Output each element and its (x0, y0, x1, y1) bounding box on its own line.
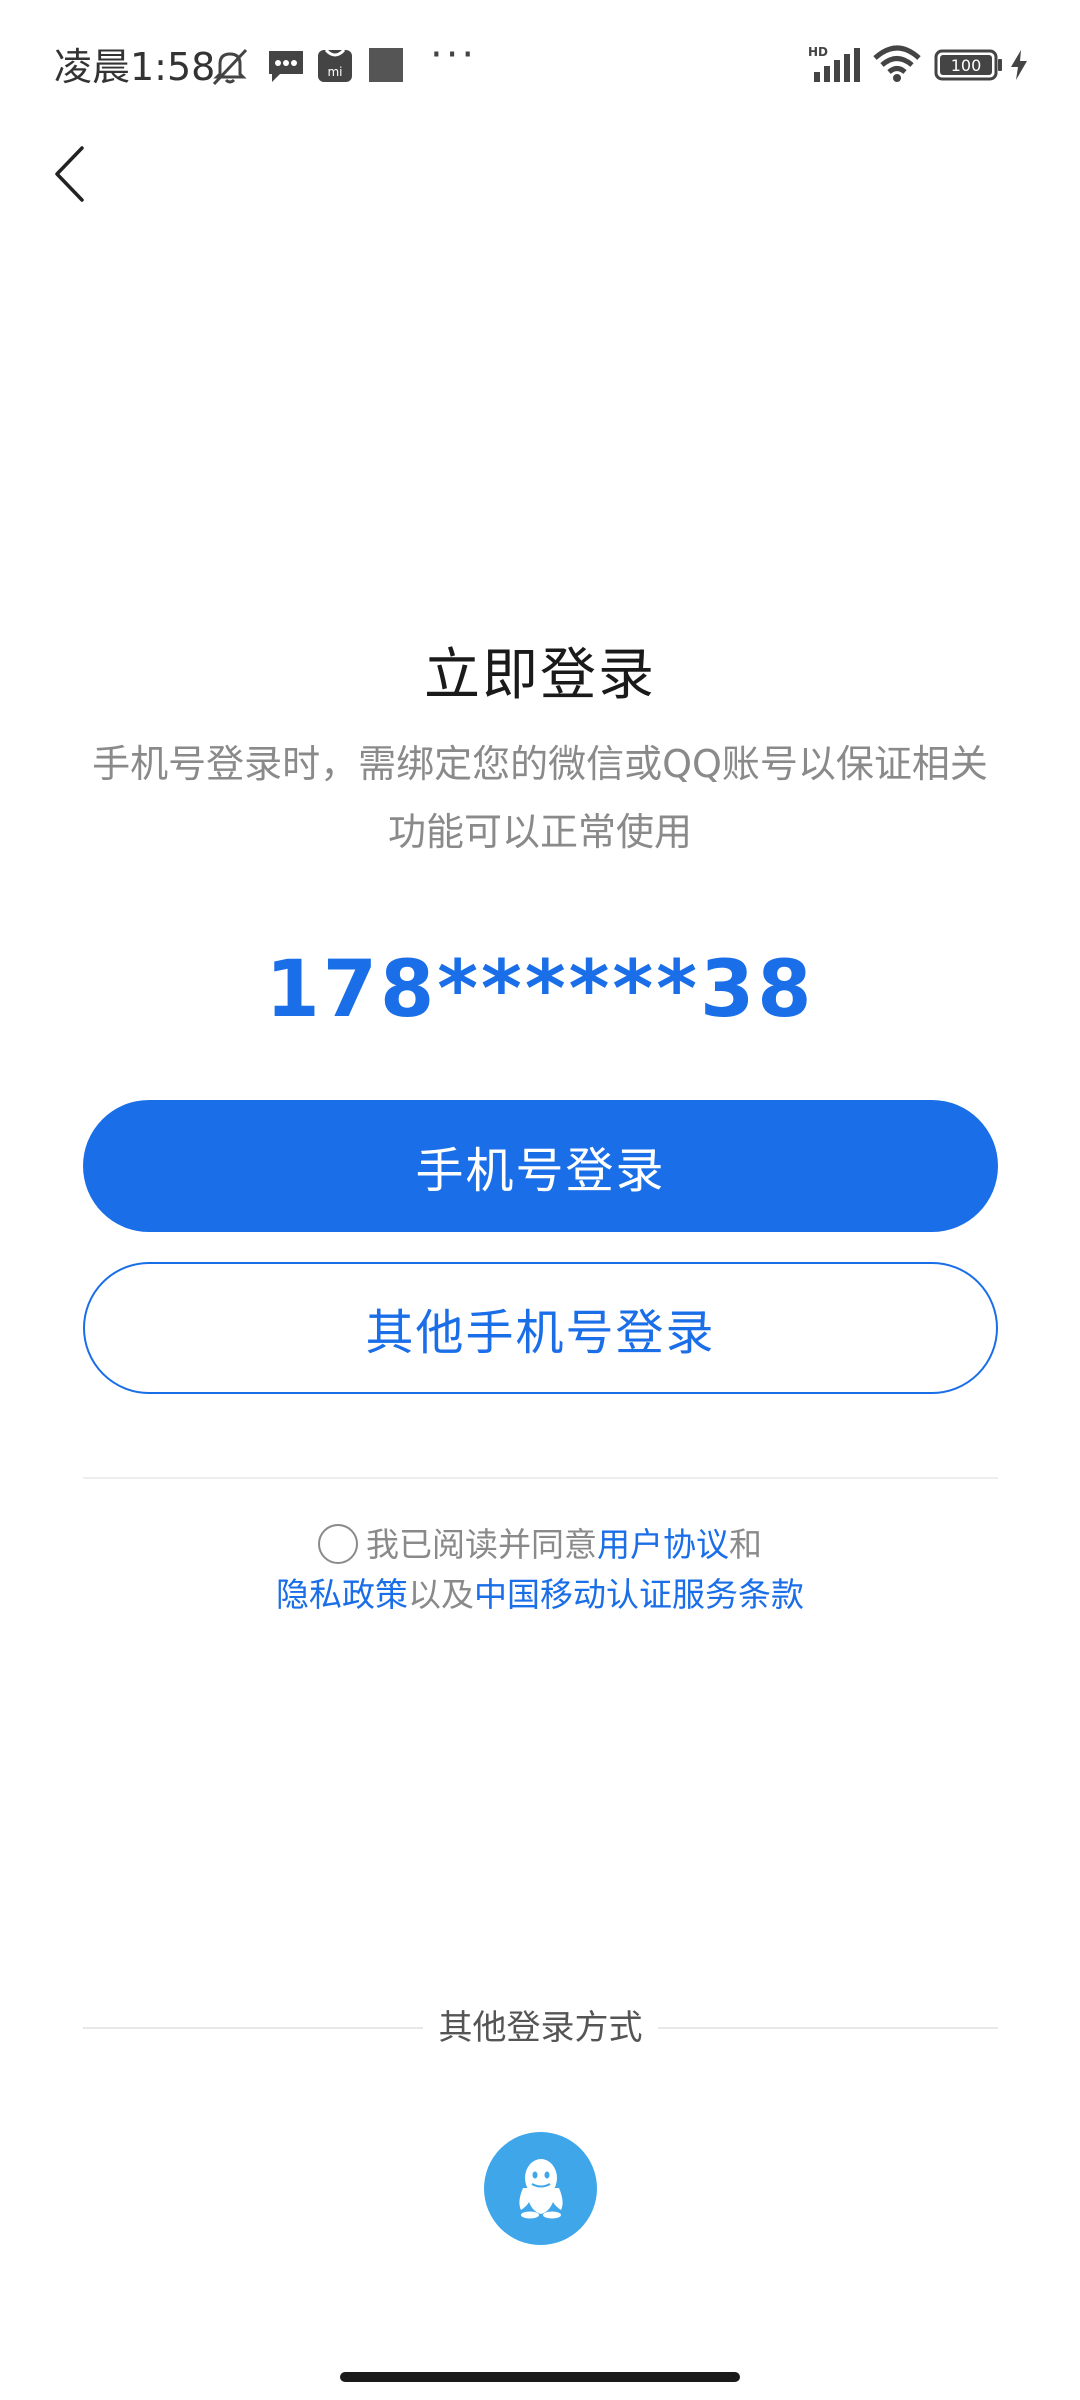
status-time: 凌晨1:58 (54, 45, 216, 89)
svg-text:mi: mi (327, 65, 342, 79)
privacy-policy-link[interactable]: 隐私政策 (276, 1575, 408, 1614)
chevron-left-icon (40, 146, 110, 214)
agreement-text: 我已阅读并同意用户协议和 隐私政策以及中国移动认证服务条款 (0, 1520, 1080, 1620)
hd-signal-icon: HD (808, 44, 862, 88)
user-agreement-link[interactable]: 用户协议 (597, 1525, 729, 1564)
login-screen: 凌晨1:58 mi ··· HD 100 立即登录 手机号登录时，需绑定您的微信… (0, 0, 1080, 2400)
back-button[interactable] (40, 130, 110, 210)
agreement-and-also: 以及 (408, 1575, 474, 1614)
login-subtitle: 手机号登录时，需绑定您的微信或QQ账号以保证相关功能可以正常使用 (92, 742, 988, 854)
mi-app-icon: mi (316, 46, 354, 88)
page-title: 立即登录 (424, 643, 656, 708)
qq-icon (511, 2154, 571, 2224)
charging-icon (1008, 48, 1030, 86)
divider-right (658, 2027, 998, 2029)
home-indicator[interactable] (340, 2372, 740, 2382)
svg-text:HD: HD (808, 45, 828, 59)
message-icon (266, 48, 306, 90)
wifi-icon (872, 44, 922, 88)
status-bar: 凌晨1:58 mi ··· HD 100 (0, 0, 1080, 130)
divider (83, 1477, 998, 1479)
battery-level: 100 (951, 56, 982, 75)
battery-icon: 100 (934, 48, 1004, 86)
other-login-section: 其他登录方式 (83, 2000, 998, 2060)
agreement-checkbox[interactable] (318, 1523, 358, 1564)
cmcc-terms-link[interactable]: 中国移动认证服务条款 (474, 1575, 804, 1614)
more-icon: ··· (430, 32, 478, 78)
agreement-and: 和 (729, 1525, 762, 1564)
square-app-icon (367, 46, 405, 88)
phone-login-button[interactable]: 手机号登录 (83, 1100, 998, 1232)
mute-icon (208, 44, 252, 92)
masked-phone-number: 178******38 (265, 945, 815, 1035)
qq-login-button[interactable] (484, 2132, 597, 2245)
agreement-prefix: 我已阅读并同意 (366, 1525, 597, 1564)
other-phone-login-button[interactable]: 其他手机号登录 (83, 1262, 998, 1394)
